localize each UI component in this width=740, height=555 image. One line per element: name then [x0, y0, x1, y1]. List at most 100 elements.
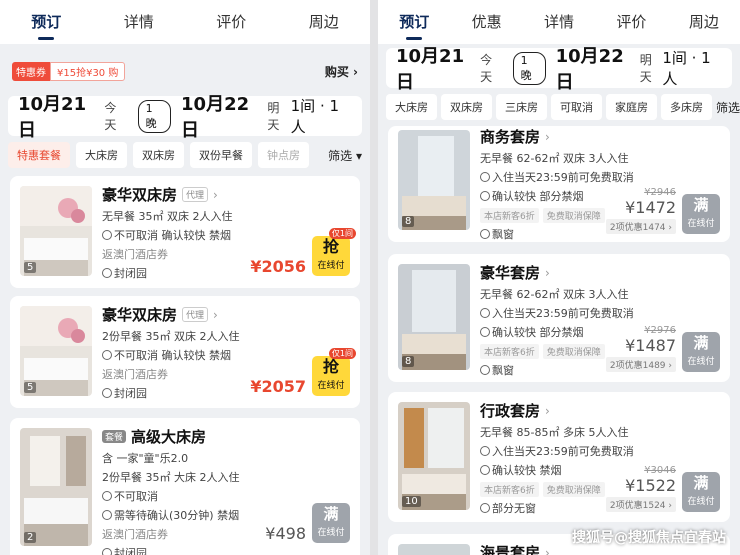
filter-chip-king[interactable]: 大床房: [386, 94, 437, 120]
filter-chips: 特惠套餐 大床房 双床房 双份早餐 钟点房 筛选 ▾: [8, 140, 362, 170]
room-cancel: 入住当天23:59前可免费取消: [480, 169, 722, 185]
book-button-sub: 在线付: [317, 261, 345, 271]
room-card[interactable]: 8 豪华套房 › 无早餐 62-62㎡ 双床 3人入住 入住当天23:59前可免…: [388, 254, 730, 382]
clock-icon: [102, 510, 112, 520]
free-cancel-tag: 免费取消保障: [542, 482, 605, 497]
room-confirm-text: 确认较快 禁烟: [492, 464, 562, 477]
free-cancel-tag: 免费取消保障: [542, 344, 605, 359]
room-confirm-text: 确认较快 部分禁烟: [492, 190, 584, 203]
rooms-guests[interactable]: 1间 · 1人: [662, 47, 722, 89]
filter-chip-package[interactable]: 特惠套餐: [8, 142, 70, 168]
sold-out-button[interactable]: 满 在线付: [682, 194, 720, 234]
tab-booking[interactable]: 预订: [0, 0, 93, 44]
room-specs: 无早餐 62-62㎡ 双床 3人入住: [480, 152, 629, 165]
sold-out-button[interactable]: 满 在线付: [682, 472, 720, 512]
rooms-guests[interactable]: 1间 · 1人: [291, 95, 352, 137]
room-card[interactable]: 2 套餐 高级大床房 含 一家"童"乐2.0 2份早餐 35㎡ 大床 2人入住 …: [10, 418, 360, 555]
room-policies-text: 不可取消 确认较快 禁烟: [114, 349, 231, 362]
filter-chip-multi[interactable]: 多床房: [661, 94, 712, 120]
room-title: 豪华双床房 代理 ›: [102, 184, 352, 205]
room-photo-image: [20, 428, 92, 546]
agent-tag: 代理: [182, 187, 209, 202]
filter-chip-family[interactable]: 家庭房: [606, 94, 657, 120]
room-specs: 2份早餐 35㎡ 大床 2人入住: [102, 471, 240, 484]
room-title-text: 行政套房: [480, 402, 541, 420]
policy-icon: [102, 350, 112, 360]
room-specs: 无早餐 85-85㎡ 多床 5人入住: [480, 426, 629, 439]
room-card[interactable]: 5 豪华双床房 代理 › 无早餐 35㎡ 双床 2人入住 不可取消 确认较快 禁…: [10, 176, 360, 288]
limited-flag: 仅1间: [328, 228, 356, 239]
room-photo[interactable]: 10: [398, 402, 470, 510]
room-title-text: 豪华双床房: [102, 186, 178, 204]
nights-badge: 1晚: [137, 99, 172, 133]
room-title-text: 豪华套房: [480, 264, 541, 282]
tab-details[interactable]: 详情: [523, 0, 595, 44]
book-button[interactable]: 仅1间 抢 在线付: [312, 228, 356, 276]
room-price: ¥2056: [250, 257, 306, 276]
book-button[interactable]: 仅1间 抢 在线付: [312, 348, 356, 396]
room-cancel-text: 入住当天23:59前可免费取消: [492, 171, 634, 184]
filter-button[interactable]: 筛选 ▾: [328, 147, 362, 164]
lightning-icon: [480, 327, 490, 337]
filter-chip-hourly[interactable]: 钟点房: [258, 142, 309, 168]
discount-info[interactable]: 2项优惠1489 ›: [605, 357, 676, 372]
filter-chip-triple[interactable]: 三床房: [496, 94, 547, 120]
room-feature-text: 封闭园: [114, 267, 147, 280]
tab-details[interactable]: 详情: [93, 0, 186, 44]
filter-chip-twin[interactable]: 双床房: [441, 94, 492, 120]
room-card[interactable]: 5 豪华双床房 代理 › 2份早餐 35㎡ 双床 2人入住 不可取消 确认较快 …: [10, 296, 360, 408]
tab-nearby[interactable]: 周边: [278, 0, 371, 44]
photo-count: 5: [24, 262, 37, 273]
filter-chip-cancelable[interactable]: 可取消: [551, 94, 602, 120]
room-photo[interactable]: [398, 544, 470, 555]
tab-reviews[interactable]: 评价: [595, 0, 667, 44]
discount-info[interactable]: 2项优惠1474 ›: [605, 219, 676, 234]
room-card[interactable]: 10 行政套房 › 无早餐 85-85㎡ 多床 5人入住 入住当天23:59前可…: [388, 392, 730, 522]
discount-info[interactable]: 2项优惠1524 ›: [605, 497, 676, 512]
checkout-label: 明天: [639, 53, 652, 84]
tab-offers[interactable]: 优惠: [450, 0, 522, 44]
tab-booking[interactable]: 预订: [378, 0, 450, 44]
room-photo[interactable]: 8: [398, 264, 470, 370]
checkout-label: 明天: [267, 101, 280, 132]
date-selector[interactable]: 10月21日 今天 1晚 10月22日 明天 1间 · 1人: [386, 46, 732, 93]
tab-reviews[interactable]: 评价: [185, 0, 278, 44]
sold-out-button[interactable]: 满 在线付: [682, 332, 720, 372]
room-title: 商务套房 ›: [480, 126, 722, 147]
room-policies-text: 不可取消: [114, 490, 158, 503]
room-photo[interactable]: 2: [20, 428, 92, 546]
room-card[interactable]: 8 商务套房 › 无早餐 62-62㎡ 双床 3人入住 入住当天23:59前可免…: [388, 126, 730, 242]
original-price: ¥2946: [644, 187, 676, 198]
room-photo[interactable]: 5: [20, 186, 92, 276]
free-cancel-tag: 免费取消保障: [542, 208, 605, 223]
sold-out-sub: 在线付: [317, 528, 345, 538]
room-feature-text: 封闭园: [114, 387, 147, 400]
room-policies-text: 不可取消 确认较快 禁烟: [114, 229, 231, 242]
filter-chip-king[interactable]: 大床房: [76, 142, 127, 168]
filter-chips: 大床房 双床房 三床房 可取消 家庭房 多床房 筛选 ▾: [386, 92, 740, 122]
room-feature-text: 飘窗: [492, 228, 514, 241]
tab-nearby[interactable]: 周边: [668, 0, 740, 44]
room-photo-image: [398, 130, 470, 230]
right-screenshot: 预订 优惠 详情 评价 周边 10月21日 今天 1晚 10月22日 明天 1间…: [378, 0, 740, 555]
original-price: ¥2976: [644, 325, 676, 336]
room-title-text: 商务套房: [480, 128, 541, 146]
filter-chip-twin[interactable]: 双床房: [133, 142, 184, 168]
lightning-icon: [480, 191, 490, 201]
filter-chip-breakfast[interactable]: 双份早餐: [190, 142, 252, 168]
promo-buy-link[interactable]: 购买 ›: [325, 63, 358, 80]
room-photo[interactable]: 8: [398, 130, 470, 230]
tab-bar: 预订 优惠 详情 评价 周边: [378, 0, 740, 44]
new-guest-tag: 本店新客6折: [480, 482, 539, 497]
photo-count: 8: [402, 216, 415, 227]
room-cancel: 入住当天23:59前可免费取消: [480, 305, 722, 321]
sold-out-button[interactable]: 满 在线付: [312, 503, 350, 543]
room-price: ¥1472: [625, 198, 676, 217]
room-photo-image: [398, 402, 470, 510]
room-cancel-text: 入住当天23:59前可免费取消: [492, 445, 634, 458]
room-photo[interactable]: 5: [20, 306, 92, 396]
photo-count: 5: [24, 382, 37, 393]
info-icon: [480, 229, 490, 239]
date-selector[interactable]: 10月21日 今天 1晚 10月22日 明天 1间 · 1人: [8, 94, 362, 141]
filter-button[interactable]: 筛选 ▾: [716, 99, 740, 116]
